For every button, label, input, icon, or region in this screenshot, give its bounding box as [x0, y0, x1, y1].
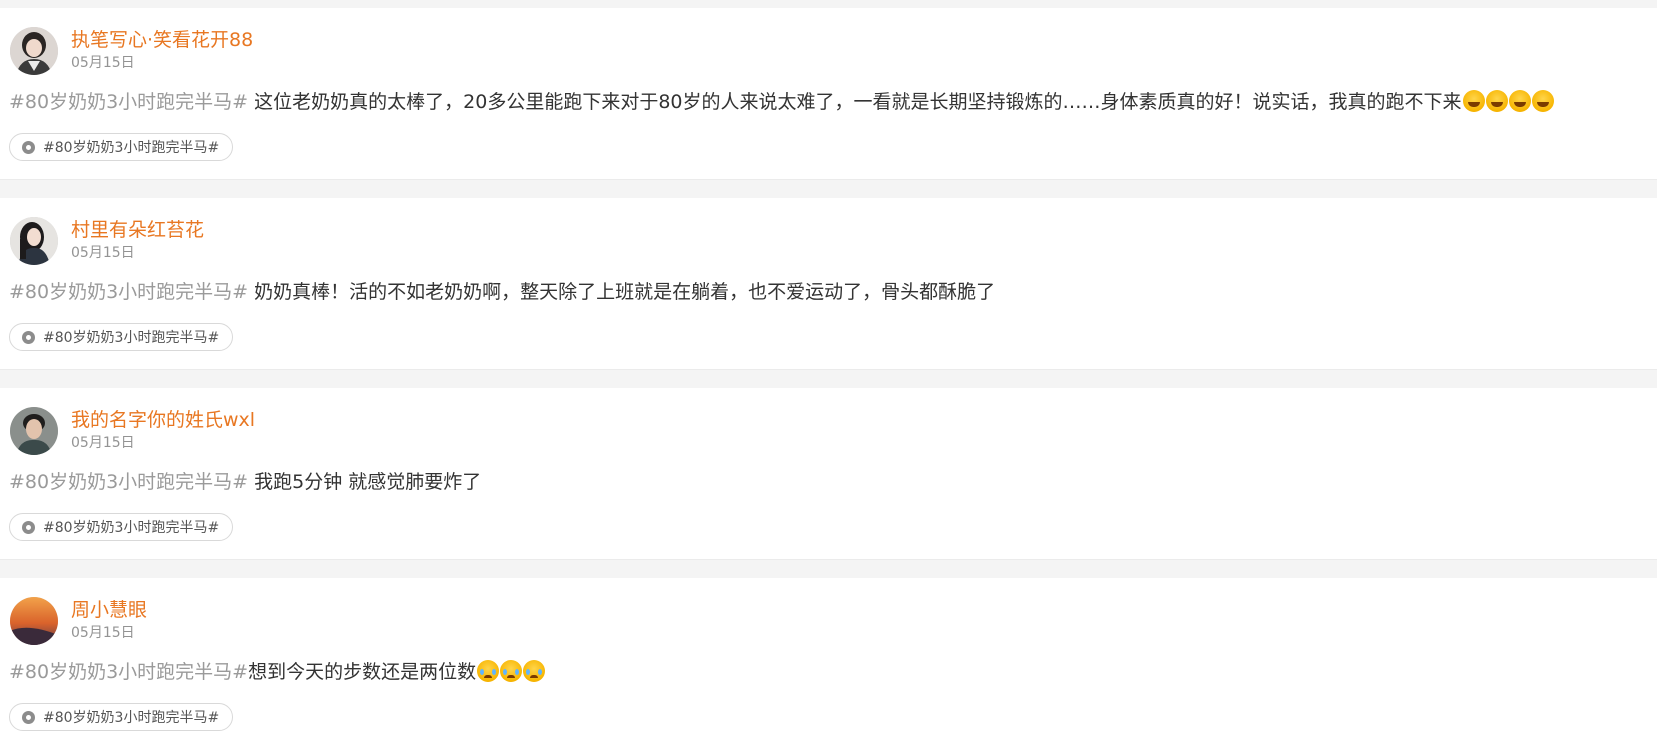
topic-label: #80岁奶奶3小时跑完半马# [43, 140, 220, 156]
post-text: #80岁奶奶3小时跑完半马# 这位老奶奶真的太棒了，20多公里能跑下来对于80岁… [9, 88, 1637, 116]
post-body: 想到今天的步数还是两位数 [248, 661, 477, 683]
avatar[interactable] [10, 597, 58, 645]
avatar[interactable] [10, 217, 58, 265]
topic-chip[interactable]: #80岁奶奶3小时跑完半马# [9, 513, 234, 541]
username[interactable]: 村里有朵红苔花 [71, 218, 204, 242]
post-text: #80岁奶奶3小时跑完半马#想到今天的步数还是两位数 [9, 658, 1637, 686]
post-text: #80岁奶奶3小时跑完半马# 奶奶真棒！活的不如老奶奶啊，整天除了上班就是在躺着… [9, 278, 1637, 306]
topic-label: #80岁奶奶3小时跑完半马# [43, 330, 220, 346]
hashtag-link[interactable]: #80岁奶奶3小时跑完半马# [9, 281, 248, 303]
crying-emoji-icon [500, 660, 523, 682]
post-card: 执笔写心·笑看花开88 05月15日 #80岁奶奶3小时跑完半马# 这位老奶奶真… [0, 8, 1657, 180]
post-body: 我跑5分钟 就感觉肺要炸了 [248, 471, 482, 493]
topic-chip[interactable]: #80岁奶奶3小时跑完半马# [9, 703, 234, 731]
comment-feed: 执笔写心·笑看花开88 05月15日 #80岁奶奶3小时跑完半马# 这位老奶奶真… [0, 0, 1657, 753]
username[interactable]: 我的名字你的姓氏wxl [71, 408, 255, 432]
post-card: 我的名字你的姓氏wxl 05月15日 #80岁奶奶3小时跑完半马# 我跑5分钟 … [0, 388, 1657, 560]
post-date: 05月15日 [71, 55, 135, 71]
topic-chip[interactable]: #80岁奶奶3小时跑完半马# [9, 323, 234, 351]
avatar[interactable] [10, 27, 58, 75]
crying-emoji-icon [477, 660, 500, 682]
topic-icon [22, 330, 35, 344]
post-date: 05月15日 [71, 625, 135, 641]
post-card: 周小慧眼 05月15日 #80岁奶奶3小时跑完半马#想到今天的步数还是两位数 #… [0, 578, 1657, 753]
username[interactable]: 周小慧眼 [71, 598, 147, 622]
post-body: 这位老奶奶真的太棒了，20多公里能跑下来对于80岁的人来说太难了，一看就是长期坚… [248, 91, 1462, 113]
post-text: #80岁奶奶3小时跑完半马# 我跑5分钟 就感觉肺要炸了 [9, 468, 1637, 496]
hashtag-link[interactable]: #80岁奶奶3小时跑完半马# [9, 471, 248, 493]
topic-icon [22, 140, 35, 154]
avatar[interactable] [10, 407, 58, 455]
post-date: 05月15日 [71, 245, 135, 261]
topic-icon [22, 520, 35, 534]
post-body: 奶奶真棒！活的不如老奶奶啊，整天除了上班就是在躺着，也不爱运动了，骨头都酥脆了 [248, 281, 996, 303]
laugh-cry-emoji-icon [1508, 90, 1531, 112]
hashtag-link[interactable]: #80岁奶奶3小时跑完半马# [9, 91, 248, 113]
topic-chip[interactable]: #80岁奶奶3小时跑完半马# [9, 133, 234, 161]
topic-label: #80岁奶奶3小时跑完半马# [43, 520, 220, 536]
laugh-cry-emoji-icon [1462, 90, 1485, 112]
post-date: 05月15日 [71, 435, 135, 451]
laugh-cry-emoji-icon [1485, 90, 1508, 112]
username[interactable]: 执笔写心·笑看花开88 [71, 28, 253, 52]
post-card: 村里有朵红苔花 05月15日 #80岁奶奶3小时跑完半马# 奶奶真棒！活的不如老… [0, 198, 1657, 370]
hashtag-link[interactable]: #80岁奶奶3小时跑完半马# [9, 661, 248, 683]
topic-label: #80岁奶奶3小时跑完半马# [43, 710, 220, 726]
laugh-cry-emoji-icon [1531, 90, 1554, 112]
topic-icon [22, 710, 35, 724]
crying-emoji-icon [523, 660, 546, 682]
